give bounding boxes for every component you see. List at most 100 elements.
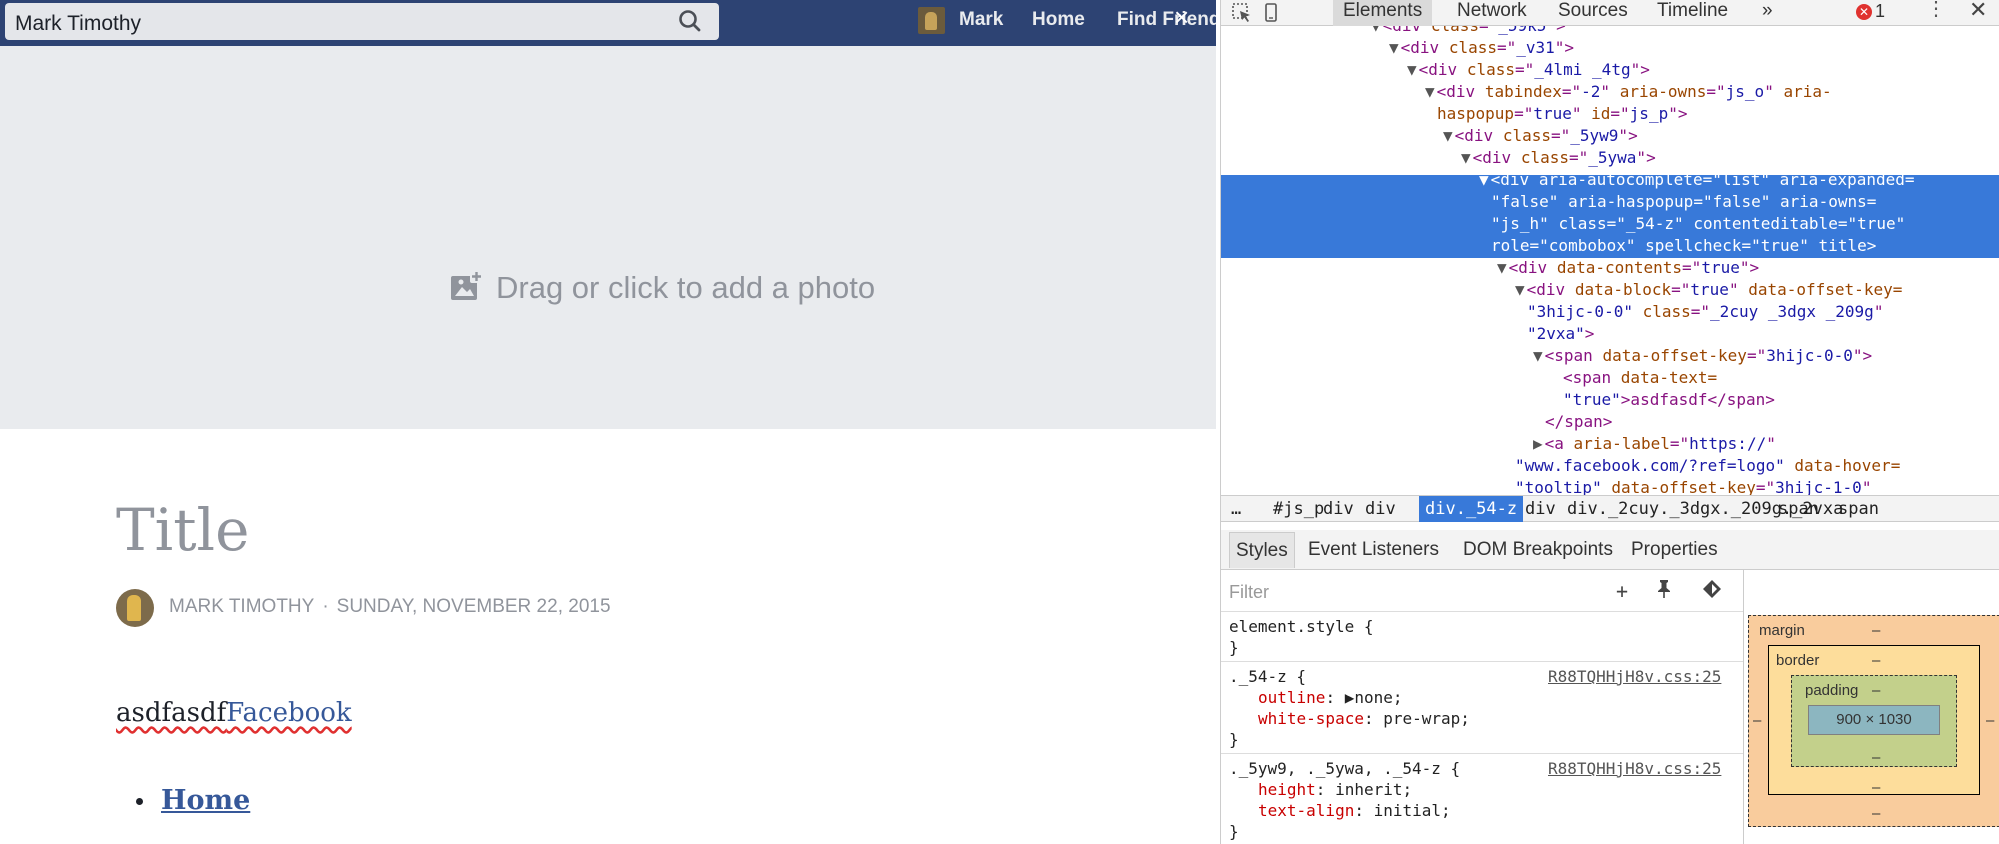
device-mode-icon[interactable] bbox=[1260, 2, 1282, 24]
close-icon[interactable]: × bbox=[1174, 2, 1189, 32]
close-devtools-icon[interactable]: ✕ bbox=[1969, 0, 1987, 23]
filter-input[interactable]: Filter bbox=[1229, 582, 1269, 603]
expand-triangle-icon[interactable]: ▼ bbox=[1425, 82, 1435, 101]
dom-node-selected[interactable]: ▼ <div aria-autocomplete="list" aria-expa… bbox=[1479, 169, 1915, 191]
search-icon[interactable] bbox=[663, 3, 719, 40]
margin-right-value: – bbox=[1986, 712, 1995, 729]
dom-node[interactable]: ▶ <a aria-label="https://" bbox=[1533, 433, 1776, 455]
dom-node-selected[interactable]: role="combobox" spellcheck="true" title> bbox=[1491, 235, 1876, 257]
style-property-value[interactable]: : pre-wrap; bbox=[1364, 709, 1470, 728]
styles-filter[interactable]: Filter + bbox=[1221, 570, 1743, 612]
search-box[interactable]: Mark Timothy bbox=[5, 3, 719, 40]
pin-icon[interactable] bbox=[1655, 579, 1673, 604]
dom-node[interactable]: "2vxa"> bbox=[1527, 323, 1594, 345]
expand-triangle-icon[interactable]: ▼ bbox=[1533, 346, 1543, 365]
expand-triangle-icon[interactable]: ▼ bbox=[1407, 60, 1417, 79]
toggle-state-icon[interactable] bbox=[1701, 579, 1723, 604]
dom-node[interactable]: ▼ <div data-block="true" data-offset-key= bbox=[1515, 279, 1902, 301]
style-property[interactable]: height: inherit; bbox=[1258, 779, 1412, 800]
collapsed-triangle-icon[interactable]: ▶ bbox=[1533, 434, 1543, 453]
cover-photo-dropzone[interactable]: Drag or click to add a photo bbox=[0, 46, 1216, 429]
dom-node[interactable]: <span data-text= bbox=[1563, 367, 1717, 389]
breadcrumb-item[interactable]: span bbox=[1832, 496, 1885, 522]
style-property[interactable]: white-space: pre-wrap; bbox=[1258, 708, 1470, 729]
nav-home-link[interactable]: Home bbox=[1032, 9, 1085, 31]
dom-node[interactable]: ▼ <div data-contents="true"> bbox=[1497, 257, 1759, 279]
style-source-link[interactable]: R88TQHHjH8v.css:25 bbox=[1548, 758, 1721, 779]
post-body[interactable]: asdfasdfFacebook bbox=[116, 698, 352, 728]
style-property-value[interactable]: : inherit; bbox=[1316, 780, 1412, 799]
cover-hint[interactable]: Drag or click to add a photo bbox=[450, 268, 875, 308]
box-model-content[interactable]: 900 × 1030 bbox=[1808, 705, 1940, 735]
body-link[interactable]: Facebook bbox=[226, 698, 351, 728]
author-name[interactable]: MARK TIMOTHY bbox=[169, 596, 314, 617]
style-property-name[interactable]: white-space bbox=[1258, 709, 1364, 728]
dom-tree[interactable]: ▼<div class="_59k5">▼<div class="_v31">▼… bbox=[1221, 26, 1999, 495]
dom-attr-name: class bbox=[1642, 302, 1691, 321]
tab-event-listeners[interactable]: Event Listeners bbox=[1302, 532, 1445, 568]
dom-attr-value: true bbox=[1533, 104, 1572, 123]
expand-triangle-icon[interactable]: ▼ bbox=[1371, 26, 1381, 35]
kebab-menu-icon[interactable]: ⋮ bbox=[1926, 0, 1946, 21]
tab-dom-breakpoints[interactable]: DOM Breakpoints bbox=[1457, 532, 1619, 568]
dom-node[interactable]: ▼ <div class="_4lmi _4tg"> bbox=[1407, 59, 1650, 81]
post-title[interactable]: Title bbox=[116, 496, 249, 564]
expand-triangle-icon[interactable]: ▼ bbox=[1389, 38, 1399, 57]
expand-triangle-icon[interactable]: ▼ bbox=[1497, 258, 1507, 277]
breadcrumb-item[interactable]: div._54-z bbox=[1419, 496, 1524, 522]
expand-triangle-icon[interactable]: ▼ bbox=[1443, 126, 1453, 145]
tab-elements[interactable]: Elements bbox=[1333, 0, 1433, 26]
style-property[interactable]: outline: ▶none; bbox=[1258, 687, 1403, 708]
dom-node[interactable]: </span> bbox=[1545, 411, 1612, 433]
dom-node[interactable]: ▼ <div class="_v31"> bbox=[1389, 37, 1574, 59]
style-property-value[interactable]: : initial; bbox=[1354, 801, 1450, 820]
error-counter[interactable]: ✕ 1 bbox=[1856, 1, 1885, 22]
dom-node-selected[interactable]: "js_h" class="_54-z" contenteditable="tr… bbox=[1491, 213, 1905, 235]
breadcrumb-item[interactable]: div bbox=[1317, 496, 1360, 522]
nav-profile-link[interactable]: Mark bbox=[959, 9, 1003, 31]
list-item-link[interactable]: Home bbox=[161, 785, 250, 816]
profile-avatar[interactable] bbox=[918, 7, 945, 34]
tab-styles[interactable]: Styles bbox=[1229, 532, 1295, 568]
expand-triangle-icon[interactable]: ▼ bbox=[1479, 170, 1489, 189]
new-style-rule-icon[interactable]: + bbox=[1616, 579, 1628, 603]
dom-node[interactable]: "tooltip" data-offset-key="3hijc-1-0" bbox=[1515, 477, 1871, 495]
breadcrumb-item[interactable]: … bbox=[1225, 496, 1247, 522]
expand-triangle-icon[interactable]: ▼ bbox=[1461, 148, 1471, 167]
style-property-name[interactable]: height bbox=[1258, 780, 1316, 799]
style-property-value[interactable]: : ▶none; bbox=[1325, 688, 1402, 707]
nav-find-friends-link[interactable]: Find Friends bbox=[1117, 9, 1216, 31]
tab-network[interactable]: Network bbox=[1457, 0, 1527, 26]
style-rule-selector[interactable]: element.style { bbox=[1229, 616, 1374, 637]
dom-attr-eq: =" bbox=[1610, 104, 1630, 123]
dom-node[interactable]: ▼ <div class="_5ywa"> bbox=[1461, 147, 1656, 169]
dom-node[interactable]: "3hijc-0-0" class="_2cuy _3dgx _209g" bbox=[1527, 301, 1883, 323]
breadcrumb-item[interactable]: span bbox=[1772, 496, 1825, 522]
style-property-name[interactable]: outline bbox=[1258, 688, 1325, 707]
dom-node[interactable]: ▼ <div tabindex="-2" aria-owns="js_o" ari… bbox=[1425, 81, 1832, 103]
style-source-link[interactable]: R88TQHHjH8v.css:25 bbox=[1548, 666, 1721, 687]
dom-node[interactable]: "true">asdfasdf</span> bbox=[1563, 389, 1775, 411]
expand-triangle-icon[interactable]: ▼ bbox=[1515, 280, 1525, 299]
style-property-name[interactable]: text-align bbox=[1258, 801, 1354, 820]
dom-attr-name: aria-expanded= bbox=[1779, 170, 1915, 189]
tab-timeline[interactable]: Timeline bbox=[1657, 0, 1728, 26]
search-input[interactable]: Mark Timothy bbox=[15, 12, 141, 36]
dom-node[interactable]: ▼ <span data-offset-key="3hijc-0-0"> bbox=[1533, 345, 1872, 367]
dom-node[interactable]: haspopup="true" id="js_p"> bbox=[1437, 103, 1687, 125]
more-tabs-icon[interactable]: » bbox=[1762, 0, 1773, 26]
breadcrumb-item[interactable]: div bbox=[1359, 496, 1402, 522]
body-text[interactable]: asdfasdf bbox=[116, 698, 226, 728]
breadcrumb-item[interactable]: div bbox=[1519, 496, 1562, 522]
dom-node[interactable]: ▼ <div class="_5yw9"> bbox=[1443, 125, 1638, 147]
tab-properties[interactable]: Properties bbox=[1625, 532, 1724, 568]
style-property[interactable]: text-align: initial; bbox=[1258, 800, 1451, 821]
style-rule-selector[interactable]: ._5yw9, ._5ywa, ._54-z {R88TQHHjH8v.css:… bbox=[1229, 758, 1721, 779]
style-rule-selector[interactable]: ._54-z {R88TQHHjH8v.css:25 bbox=[1229, 666, 1721, 687]
tab-sources[interactable]: Sources bbox=[1558, 0, 1628, 26]
dom-node[interactable]: ▼<div class="_59k5"> bbox=[1371, 26, 1566, 37]
dom-node[interactable]: "www.facebook.com/?ref=logo" data-hover= bbox=[1515, 455, 1900, 477]
dom-tag-close: > bbox=[1866, 236, 1877, 255]
inspect-element-icon[interactable] bbox=[1231, 2, 1253, 24]
dom-node-selected[interactable]: "false" aria-haspopup="false" aria-owns= bbox=[1491, 191, 1876, 213]
